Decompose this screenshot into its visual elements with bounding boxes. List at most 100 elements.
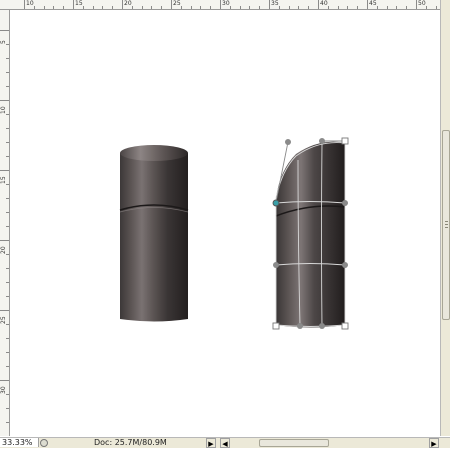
- ruler-label: 15: [75, 0, 83, 7]
- ruler-minor-tick: [288, 6, 290, 9]
- ruler-label: 25: [0, 316, 7, 324]
- ruler-major-tick: [0, 30, 9, 31]
- ruler-minor-tick: [357, 6, 359, 9]
- ruler-minor-tick: [337, 6, 339, 9]
- ruler-major-tick: [0, 100, 9, 101]
- ruler-label: 45: [369, 0, 377, 7]
- ruler-minor-tick: [6, 114, 9, 115]
- ruler-minor-tick: [92, 6, 94, 9]
- ruler-minor-tick: [239, 6, 241, 9]
- ruler-minor-tick: [327, 6, 329, 9]
- ruler-minor-tick: [161, 6, 163, 9]
- ruler-major-tick: [269, 0, 270, 9]
- ruler-minor-tick: [6, 212, 9, 213]
- ruler-minor-tick: [6, 324, 9, 325]
- ruler-label: 20: [124, 0, 132, 7]
- left-cylinder: [119, 145, 189, 322]
- ruler-minor-tick: [43, 6, 45, 9]
- ruler-minor-tick: [6, 268, 9, 269]
- ruler-minor-tick: [63, 6, 65, 9]
- ruler-minor-tick: [190, 6, 192, 9]
- ruler-minor-tick: [180, 6, 182, 9]
- ruler-major-tick: [24, 0, 25, 9]
- ruler-label: 10: [0, 106, 7, 114]
- ruler-label: 30: [222, 0, 230, 7]
- ruler-minor-tick: [6, 338, 9, 339]
- ruler-label: 40: [320, 0, 328, 7]
- ruler-label: 15: [0, 176, 7, 184]
- ruler-minor-tick: [406, 6, 408, 9]
- ruler-major-tick: [416, 0, 417, 9]
- ruler-minor-tick: [6, 408, 9, 409]
- preview-icon[interactable]: [40, 439, 48, 447]
- ruler-minor-tick: [298, 6, 300, 9]
- ruler-minor-tick: [249, 6, 251, 9]
- ruler-minor-tick: [6, 422, 9, 423]
- ruler-minor-tick: [6, 86, 9, 87]
- canvas-artwork: [119, 137, 349, 330]
- ruler-major-tick: [0, 380, 9, 381]
- ruler-minor-tick: [6, 394, 9, 395]
- ruler-minor-tick: [141, 6, 143, 9]
- ruler-minor-tick: [6, 282, 9, 283]
- ruler-minor-tick: [259, 6, 261, 9]
- ruler-minor-tick: [425, 6, 427, 9]
- grip-line: [445, 224, 448, 225]
- ruler-minor-tick: [6, 72, 9, 73]
- ruler-minor-tick: [112, 6, 114, 9]
- vertical-scroll-thumb[interactable]: [442, 130, 450, 320]
- ruler-minor-tick: [6, 198, 9, 199]
- ruler-major-tick: [318, 0, 319, 9]
- status-bar: 33.33% Doc: 25.7M/80.9M ▶ ◀ ▶: [0, 437, 450, 448]
- ruler-minor-tick: [6, 296, 9, 297]
- ruler-minor-tick: [396, 6, 398, 9]
- horizontal-ruler[interactable]: 10152025303540455055: [0, 0, 450, 10]
- ruler-minor-tick: [200, 6, 202, 9]
- vertical-scrollbar[interactable]: [440, 0, 450, 436]
- ruler-label: 25: [173, 0, 181, 7]
- ruler-minor-tick: [6, 142, 9, 143]
- ruler-major-tick: [73, 0, 74, 9]
- zoom-level-field[interactable]: 33.33%: [0, 438, 39, 447]
- horizontal-scroll-thumb[interactable]: [259, 439, 329, 447]
- ruler-major-tick: [0, 240, 9, 241]
- ruler-minor-tick: [33, 6, 35, 9]
- ruler-major-tick: [367, 0, 368, 9]
- ruler-minor-tick: [6, 254, 9, 255]
- ruler-minor-tick: [347, 6, 349, 9]
- ruler-minor-tick: [6, 352, 9, 353]
- grip-line: [445, 221, 448, 222]
- ruler-minor-tick: [308, 6, 310, 9]
- ruler-minor-tick: [131, 6, 133, 9]
- ruler-major-tick: [220, 0, 221, 9]
- ruler-minor-tick: [151, 6, 153, 9]
- ruler-major-tick: [171, 0, 172, 9]
- ruler-minor-tick: [6, 128, 9, 129]
- ruler-label: 10: [26, 0, 34, 7]
- ruler-minor-tick: [102, 6, 104, 9]
- ruler-label: 30: [0, 386, 7, 394]
- ruler-minor-tick: [386, 6, 388, 9]
- ruler-minor-tick: [278, 6, 280, 9]
- ruler-minor-tick: [53, 6, 55, 9]
- document-canvas[interactable]: [10, 10, 440, 436]
- ruler-major-tick: [0, 170, 9, 171]
- ruler-label: 35: [271, 0, 279, 7]
- ruler-minor-tick: [82, 6, 84, 9]
- ruler-minor-tick: [210, 6, 212, 9]
- ruler-minor-tick: [376, 6, 378, 9]
- ruler-major-tick: [122, 0, 123, 9]
- ruler-minor-tick: [6, 366, 9, 367]
- grip-line: [445, 227, 448, 228]
- ruler-major-tick: [0, 310, 9, 311]
- ruler-label: 50: [418, 0, 426, 7]
- ruler-label: 20: [0, 246, 7, 254]
- ruler-minor-tick: [6, 156, 9, 157]
- ruler-minor-tick: [6, 226, 9, 227]
- ruler-minor-tick: [6, 44, 9, 45]
- vertical-ruler[interactable]: 5 10 15 20 25 30: [0, 10, 10, 436]
- ruler-minor-tick: [229, 6, 231, 9]
- ruler-minor-tick: [6, 184, 9, 185]
- ruler-minor-tick: [6, 58, 9, 59]
- ruler-minor-tick: [435, 6, 437, 9]
